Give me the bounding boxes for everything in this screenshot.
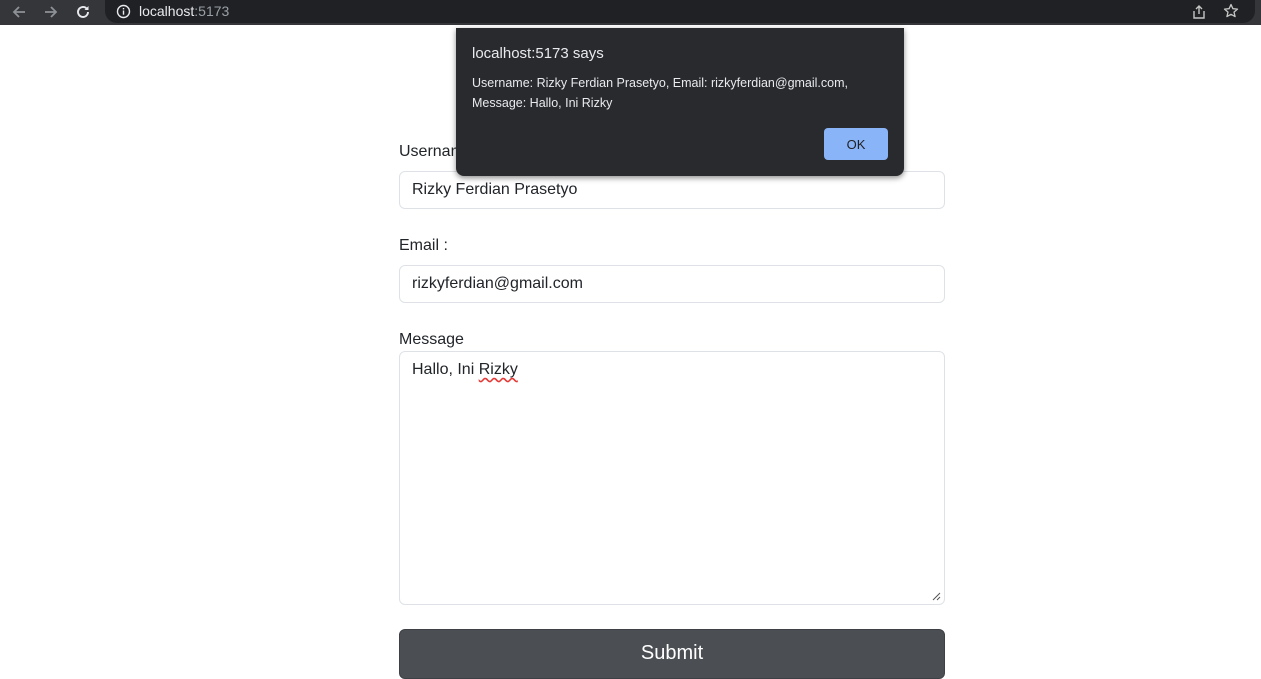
username-input[interactable]: Rizky Ferdian Prasetyo (399, 171, 945, 209)
message-textarea[interactable]: Hallo, Ini Rizky (399, 351, 945, 605)
message-label: Message (399, 331, 464, 348)
arrow-right-icon (45, 6, 58, 18)
url-host: localhost (139, 3, 195, 19)
resize-handle-icon[interactable] (932, 592, 941, 601)
star-icon[interactable] (1223, 3, 1239, 19)
url-port: :5173 (194, 3, 230, 19)
url-text[interactable]: localhost:5173 (139, 3, 229, 19)
ok-button[interactable]: OK (824, 128, 888, 160)
address-bar[interactable]: localhost:5173 (105, 0, 1255, 23)
alert-title: localhost:5173 says (472, 45, 604, 62)
misspelled-word: Rizky (478, 361, 518, 378)
reload-icon (77, 6, 89, 18)
share-icon[interactable] (1191, 4, 1207, 20)
arrow-left-icon (12, 6, 25, 18)
email-input[interactable]: rizkyferdian@gmail.com (399, 265, 945, 303)
submit-button[interactable]: Submit (399, 629, 945, 679)
forward-button[interactable] (40, 2, 62, 22)
alert-message: Username: Rizky Ferdian Prasetyo, Email:… (472, 76, 848, 110)
info-icon[interactable] (116, 4, 131, 19)
back-button[interactable] (8, 2, 30, 22)
alert-dialog: localhost:5173 says Username: Rizky Ferd… (456, 28, 904, 176)
reload-button[interactable] (72, 2, 94, 22)
email-label: Email : (399, 237, 448, 254)
message-text: Hallo, Ini (412, 361, 479, 378)
browser-toolbar: localhost:5173 (0, 0, 1261, 25)
